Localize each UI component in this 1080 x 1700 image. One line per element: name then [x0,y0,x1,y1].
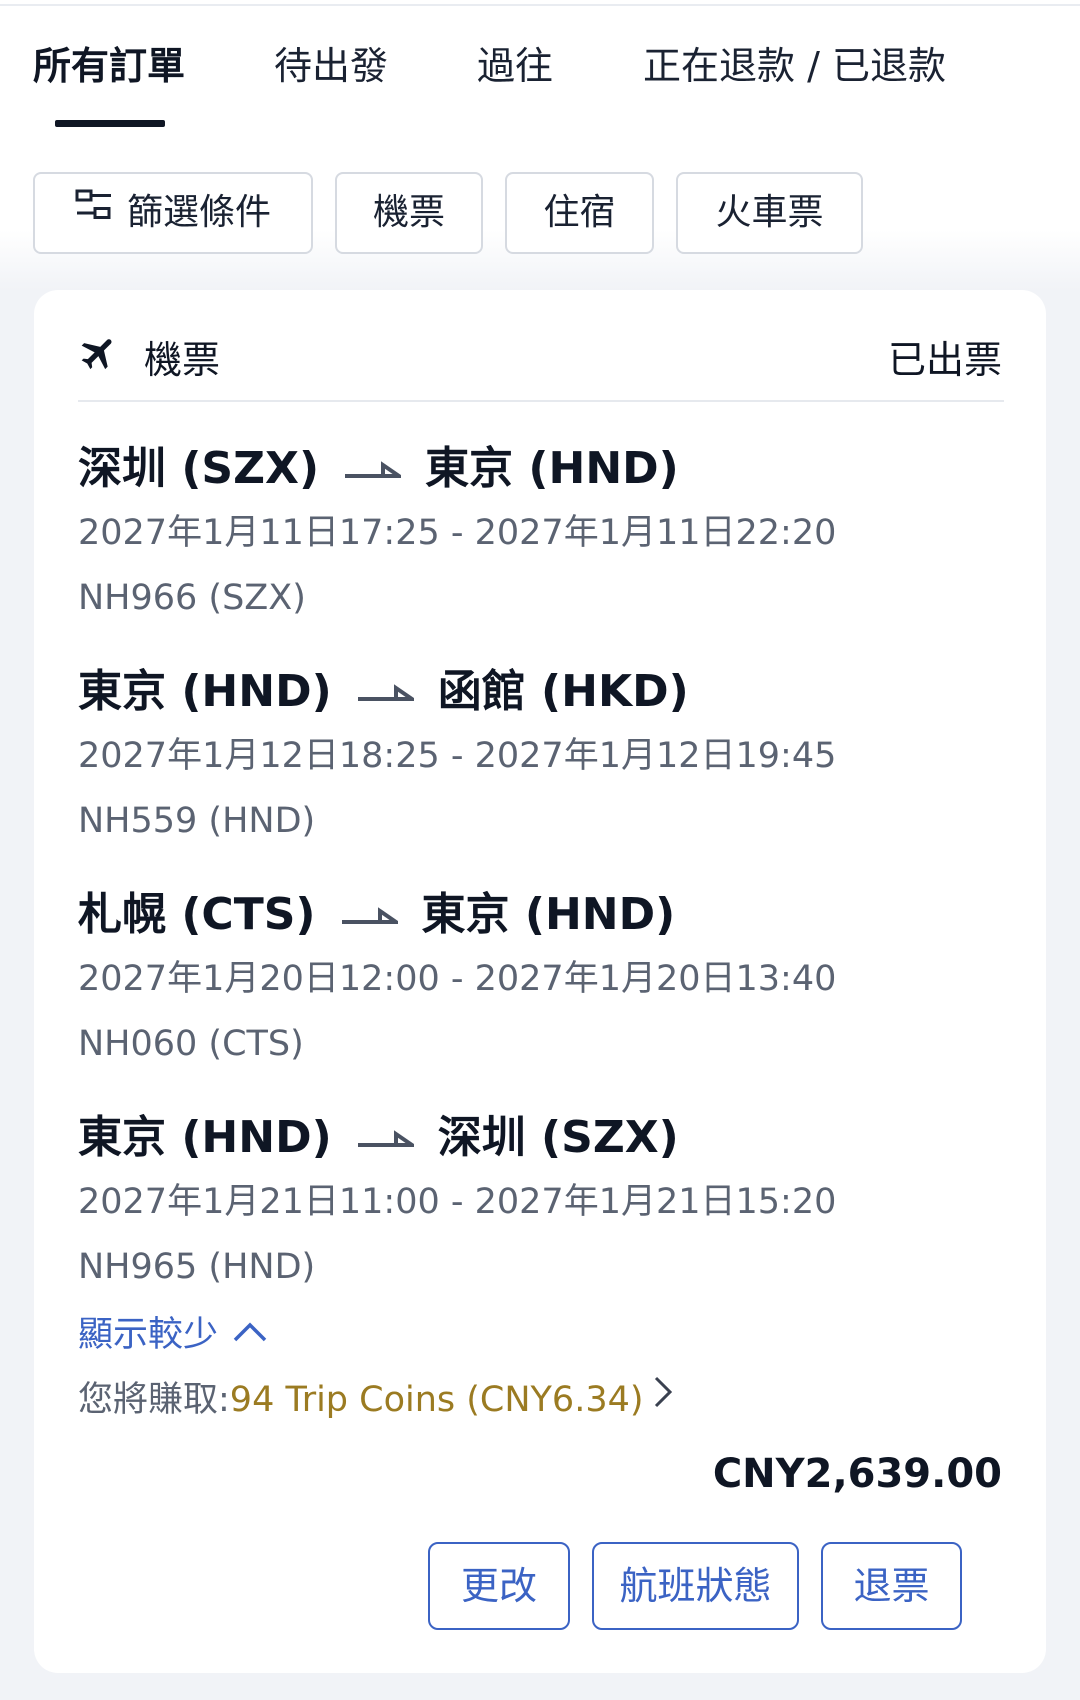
origin: 札幌 (CTS) [78,889,316,940]
show-less-link[interactable]: 顯示較少 [78,1312,268,1359]
destination: 東京 (HND) [425,443,679,494]
segment-route: 札幌 (CTS) 東京 (HND) [78,886,675,944]
segment-flight-number: NH060 (CTS) [78,1024,304,1064]
change-button[interactable]: 更改 [428,1542,570,1630]
segment-time: 2027年1月21日11:00 - 2027年1月21日15:20 [78,1182,837,1222]
filter-conditions-button[interactable]: 篩選條件 [33,172,313,254]
tab-all-orders[interactable]: 所有訂單 [33,40,185,92]
card-header: 機票 已出票 [78,316,1002,396]
refund-button[interactable]: 退票 [821,1542,962,1630]
segment-flight-number: NH966 (SZX) [78,578,306,618]
order-tabs: 所有訂單 待出發 過往 正在退款 / 已退款 [0,40,1080,130]
segment-route: 深圳 (SZX) 東京 (HND) [78,440,679,498]
trip-coins-row[interactable]: 您將賺取:94 Trip Coins (CNY6.34) [78,1375,674,1424]
airplane-icon [78,332,120,378]
segment-time: 2027年1月11日17:25 - 2027年1月11日22:20 [78,513,837,553]
active-tab-indicator [55,120,165,127]
filter-conditions-label: 篩選條件 [126,192,271,233]
trip-coins-value: 94 Trip Coins (CNY6.34) [229,1380,644,1420]
destination: 函館 (HKD) [437,666,689,717]
segment-flight-number: NH559 (HND) [78,801,316,841]
order-type-label: 機票 [144,338,221,382]
order-price: CNY2,639.00 [712,1451,1002,1497]
origin: 東京 (HND) [78,1112,332,1163]
segment-time: 2027年1月20日12:00 - 2027年1月20日13:40 [78,959,837,999]
arrow-right-icon [356,1109,419,1167]
chevron-right-icon [652,1375,674,1421]
arrow-right-icon [343,440,406,498]
segment-route: 東京 (HND) 函館 (HKD) [78,663,689,721]
destination: 深圳 (SZX) [437,1112,679,1163]
filter-hotels-button[interactable]: 住宿 [505,172,654,254]
flight-status-button[interactable]: 航班狀態 [592,1542,799,1630]
chevron-up-icon [232,1309,268,1355]
filter-trains-button[interactable]: 火車票 [676,172,863,254]
tab-upcoming[interactable]: 待出發 [274,40,388,92]
segment-route: 東京 (HND) 深圳 (SZX) [78,1109,679,1167]
show-less-label: 顯示較少 [78,1315,219,1355]
header-area: 所有訂單 待出發 過往 正在退款 / 已退款 篩選條件 機票 住宿 火車票 [0,0,1080,290]
tab-refunds[interactable]: 正在退款 / 已退款 [643,40,946,92]
flight-order-card[interactable]: 機票 已出票 深圳 (SZX) 東京 (HND) 2027年1月11日17:25… [34,290,1046,1673]
tab-past[interactable]: 過往 [477,40,553,92]
earn-label: 您將賺取: [78,1380,230,1420]
filter-flights-button[interactable]: 機票 [335,172,483,254]
segment-time: 2027年1月12日18:25 - 2027年1月12日19:45 [78,736,837,776]
origin: 深圳 (SZX) [78,443,320,494]
arrow-right-icon [340,886,402,944]
filter-icon [75,172,113,250]
segment-flight-number: NH965 (HND) [78,1247,316,1287]
origin: 東京 (HND) [78,666,332,717]
card-divider [78,400,1004,402]
arrow-right-icon [356,663,419,721]
destination: 東京 (HND) [421,889,676,940]
top-divider [0,4,1080,6]
order-status: 已出票 [887,338,1002,382]
